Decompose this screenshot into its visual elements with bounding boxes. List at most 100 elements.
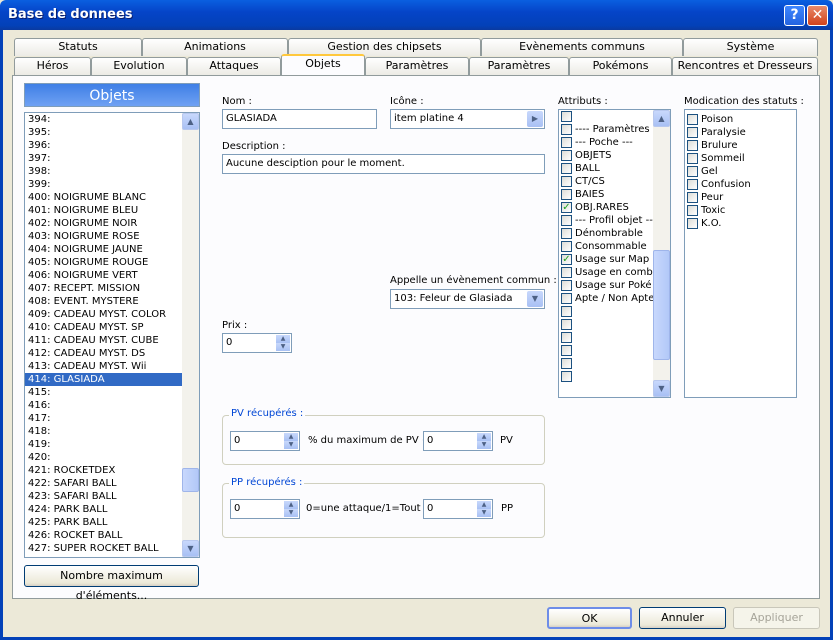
spin-up-button[interactable]: ▲: [477, 433, 491, 441]
statut-item[interactable]: Gel: [685, 165, 796, 178]
checkbox[interactable]: [561, 358, 572, 369]
ok-button[interactable]: OK: [547, 607, 632, 629]
list-item[interactable]: 401: NOIGRUME BLEU: [25, 204, 182, 217]
checkbox[interactable]: [687, 166, 698, 177]
checkbox[interactable]: [687, 179, 698, 190]
checkbox[interactable]: [687, 205, 698, 216]
checkbox[interactable]: [687, 192, 698, 203]
list-item[interactable]: 408: EVENT. MYSTERE: [25, 295, 182, 308]
scroll-up-button[interactable]: ▲: [653, 110, 670, 127]
spin-down-button[interactable]: ▼: [477, 509, 491, 517]
list-item[interactable]: 407: RECEPT. MISSION: [25, 282, 182, 295]
icone-select[interactable]: item platine 4 ▶: [390, 109, 545, 129]
pp-mode-stepper[interactable]: 0 ▲ ▼: [230, 499, 300, 519]
tab-statuts[interactable]: Statuts: [14, 38, 142, 56]
list-item[interactable]: 395:: [25, 126, 182, 139]
list-item[interactable]: 421: ROCKETDEX: [25, 464, 182, 477]
tab-attaques[interactable]: Attaques: [187, 57, 281, 75]
list-item[interactable]: 415:: [25, 386, 182, 399]
list-item[interactable]: 402: NOIGRUME NOIR: [25, 217, 182, 230]
checkbox[interactable]: [561, 345, 572, 356]
checkbox[interactable]: [561, 150, 572, 161]
cancel-button[interactable]: Annuler: [639, 607, 726, 629]
scroll-thumb[interactable]: [653, 250, 670, 360]
pv-flat-stepper[interactable]: 0 ▲ ▼: [423, 431, 493, 451]
checkbox[interactable]: [561, 267, 572, 278]
checkbox-checked[interactable]: ✓: [561, 202, 572, 213]
list-item[interactable]: 419:: [25, 438, 182, 451]
pp-amount-stepper[interactable]: 0 ▲ ▼: [423, 499, 493, 519]
spin-down-button[interactable]: ▼: [276, 343, 290, 351]
close-button[interactable]: ✕: [807, 5, 828, 26]
list-item[interactable]: 403: NOIGRUME ROSE: [25, 230, 182, 243]
list-item[interactable]: 406: NOIGRUME VERT: [25, 269, 182, 282]
checkbox[interactable]: [687, 153, 698, 164]
checkbox[interactable]: [561, 332, 572, 343]
object-list[interactable]: 394: 395: 396: 397: 398: 399: 400: NOIGRUME BL…: [24, 112, 200, 558]
tab-rencontres-dresseurs[interactable]: Rencontres et Dresseurs: [672, 57, 818, 75]
statut-item[interactable]: K.O.: [685, 217, 796, 230]
list-item[interactable]: 418:: [25, 425, 182, 438]
tab-parametres-1[interactable]: Paramètres: [365, 57, 469, 75]
scroll-down-button[interactable]: ▼: [182, 540, 199, 557]
list-item[interactable]: 426: ROCKET BALL: [25, 529, 182, 542]
checkbox[interactable]: [561, 228, 572, 239]
statut-item[interactable]: Brulure: [685, 139, 796, 152]
list-item[interactable]: 398:: [25, 165, 182, 178]
tab-objets[interactable]: Objets: [281, 54, 365, 75]
prix-stepper[interactable]: 0 ▲ ▼: [222, 333, 292, 353]
checkbox[interactable]: [687, 127, 698, 138]
list-item[interactable]: 396:: [25, 139, 182, 152]
checkbox[interactable]: [687, 140, 698, 151]
event-select[interactable]: 103: Feleur de Glasiada ▼: [390, 289, 545, 309]
list-item[interactable]: 397:: [25, 152, 182, 165]
scroll-thumb[interactable]: [182, 468, 199, 492]
tab-evolution[interactable]: Evolution: [91, 57, 187, 75]
list-item[interactable]: 423: SAFARI BALL: [25, 490, 182, 503]
attributs-scrollbar[interactable]: ▲ ▼: [653, 110, 670, 397]
list-item[interactable]: 422: SAFARI BALL: [25, 477, 182, 490]
list-item[interactable]: 404: NOIGRUME JAUNE: [25, 243, 182, 256]
spin-up-button[interactable]: ▲: [284, 433, 298, 441]
list-item[interactable]: 425: PARK BALL: [25, 516, 182, 529]
tab-pokemons[interactable]: Pokémons: [569, 57, 672, 75]
list-item[interactable]: 399:: [25, 178, 182, 191]
scroll-up-button[interactable]: ▲: [182, 113, 199, 130]
list-item[interactable]: 413: CADEAU MYST. Wii: [25, 360, 182, 373]
statut-item[interactable]: Confusion: [685, 178, 796, 191]
list-item[interactable]: 420:: [25, 451, 182, 464]
tab-heros[interactable]: Héros: [14, 57, 91, 75]
checkbox[interactable]: [561, 306, 572, 317]
statuts-list[interactable]: Poison Paralysie Brulure Sommeil Gel Confusio…: [684, 109, 797, 398]
checkbox[interactable]: [561, 241, 572, 252]
list-scrollbar[interactable]: ▲ ▼: [182, 113, 199, 557]
event-dropdown-button[interactable]: ▼: [527, 291, 543, 307]
list-item[interactable]: 424: PARK BALL: [25, 503, 182, 516]
spin-down-button[interactable]: ▼: [284, 441, 298, 449]
spin-up-button[interactable]: ▲: [477, 501, 491, 509]
list-item[interactable]: 405: NOIGRUME ROUGE: [25, 256, 182, 269]
checkbox[interactable]: [561, 189, 572, 200]
checkbox[interactable]: [687, 114, 698, 125]
tab-animations[interactable]: Animations: [142, 38, 288, 56]
spin-up-button[interactable]: ▲: [276, 335, 290, 343]
tab-systeme[interactable]: Système: [683, 38, 818, 56]
list-item[interactable]: 427: SUPER ROCKET BALL: [25, 542, 182, 555]
statut-item[interactable]: Paralysie: [685, 126, 796, 139]
statut-item[interactable]: Toxic: [685, 204, 796, 217]
max-elements-button[interactable]: Nombre maximum d'éléments...: [24, 565, 199, 602]
checkbox[interactable]: [561, 163, 572, 174]
list-item[interactable]: 417:: [25, 412, 182, 425]
checkbox[interactable]: [561, 319, 572, 330]
spin-down-button[interactable]: ▼: [477, 441, 491, 449]
checkbox[interactable]: [561, 137, 572, 148]
apply-button[interactable]: Appliquer: [733, 607, 820, 629]
nom-input[interactable]: GLASIADA: [222, 109, 377, 129]
tab-evenements-communs[interactable]: Evènements communs: [481, 38, 683, 56]
list-item[interactable]: 394:: [25, 113, 182, 126]
list-item[interactable]: 414: GLASIADA: [25, 373, 182, 386]
checkbox[interactable]: [561, 176, 572, 187]
checkbox[interactable]: [561, 124, 572, 135]
description-input[interactable]: Aucune desciption pour le moment.: [222, 154, 545, 174]
checkbox[interactable]: [561, 215, 572, 226]
